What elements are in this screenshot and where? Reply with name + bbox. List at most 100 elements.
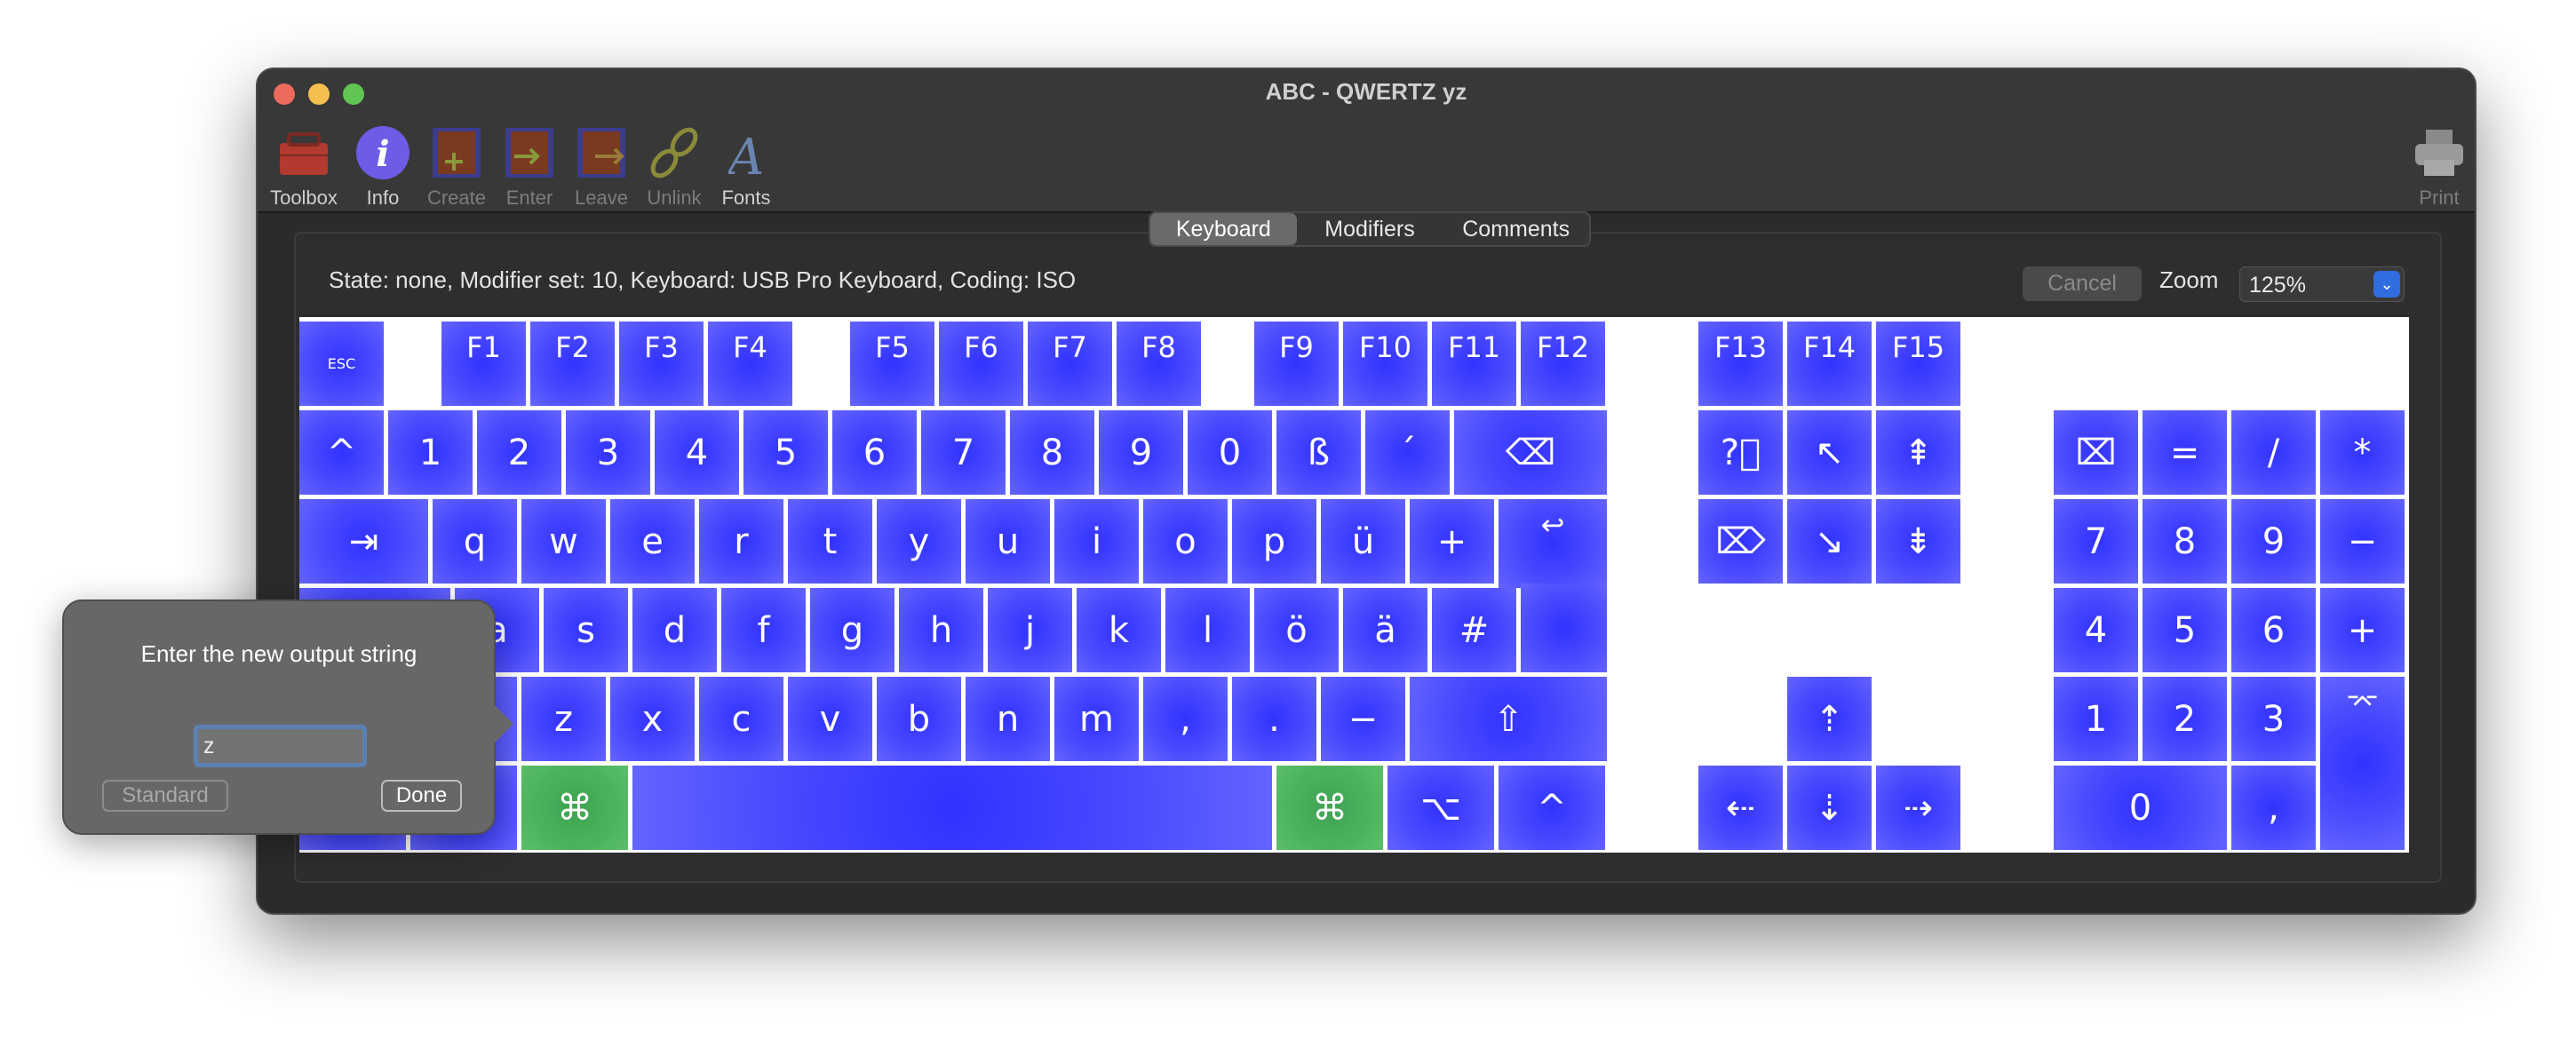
key[interactable]: m [1054, 677, 1139, 761]
key[interactable]: g [810, 588, 894, 672]
key[interactable]: F11 [1432, 322, 1516, 406]
key[interactable]: 3 [2231, 677, 2316, 761]
key[interactable]: F12 [1521, 322, 1605, 406]
key[interactable]: ⌥ [1387, 766, 1494, 850]
tab-keyboard[interactable]: Keyboard [1150, 213, 1297, 245]
key[interactable]: 7 [2054, 499, 2138, 584]
standard-button[interactable]: Standard [102, 780, 228, 812]
key[interactable]: 0 [1188, 410, 1272, 495]
key[interactable]: F3 [619, 322, 704, 406]
key[interactable]: = [2143, 410, 2227, 495]
key[interactable]: h [899, 588, 983, 672]
key[interactable]: 5 [743, 410, 828, 495]
key[interactable]: ↘ [1787, 499, 1872, 584]
cancel-button[interactable]: Cancel [2023, 266, 2142, 301]
print-button[interactable]: Print [2399, 124, 2475, 210]
key[interactable]: j [988, 588, 1072, 672]
key[interactable]: s [544, 588, 628, 672]
output-string-input[interactable] [194, 725, 367, 767]
key[interactable]: ⌘ [1276, 766, 1383, 850]
key[interactable]: F9 [1254, 322, 1339, 406]
key[interactable]: k [1077, 588, 1161, 672]
key[interactable]: p [1232, 499, 1316, 584]
key[interactable]: ä [1343, 588, 1427, 672]
key[interactable]: x [610, 677, 695, 761]
key[interactable]: 9 [2231, 499, 2316, 584]
key[interactable]: F5 [850, 322, 934, 406]
key[interactable]: F10 [1343, 322, 1427, 406]
key[interactable]: F15 [1876, 322, 1960, 406]
key[interactable]: 0 [2054, 766, 2227, 850]
key[interactable]: # [1432, 588, 1516, 672]
key[interactable]: ⌘ [521, 766, 628, 850]
tab-comments[interactable]: Comments [1443, 213, 1589, 245]
key[interactable]: / [2231, 410, 2316, 495]
key[interactable]: ⌦ [1698, 499, 1783, 584]
key[interactable]: F6 [939, 322, 1023, 406]
key[interactable]: 3 [566, 410, 650, 495]
key[interactable]: b [877, 677, 961, 761]
key[interactable]: ´ [1365, 410, 1450, 495]
key[interactable]: d [632, 588, 717, 672]
key[interactable]: 7 [921, 410, 1006, 495]
key[interactable]: , [1143, 677, 1228, 761]
key[interactable]: z [521, 677, 606, 761]
done-button[interactable]: Done [381, 780, 462, 812]
key[interactable]: 8 [1010, 410, 1094, 495]
key[interactable]: l [1165, 588, 1250, 672]
key[interactable] [1521, 584, 1607, 672]
zoom-select[interactable]: 125% ⌄ [2239, 266, 2405, 302]
info-button[interactable]: i Info [343, 124, 423, 210]
key[interactable]: ö [1254, 588, 1339, 672]
key[interactable]: ß [1276, 410, 1361, 495]
key[interactable]: c [699, 677, 783, 761]
toolbox-button[interactable]: Toolbox [264, 124, 344, 210]
unlink-button[interactable]: Unlink [634, 124, 714, 210]
key[interactable]: ESC [299, 322, 384, 406]
key[interactable]: v [788, 677, 872, 761]
enter-button[interactable]: Enter [489, 124, 569, 210]
key[interactable]: 5 [2143, 588, 2227, 672]
key[interactable]: ↖ [1787, 410, 1872, 495]
key[interactable]: 9 [1099, 410, 1183, 495]
key[interactable]: F14 [1787, 322, 1872, 406]
key[interactable]: − [2320, 499, 2405, 584]
key[interactable]: ⇧ [1410, 677, 1607, 761]
key[interactable]: ⇠ [1698, 766, 1783, 850]
key[interactable]: ⌧ [2054, 410, 2138, 495]
key[interactable]: 1 [2054, 677, 2138, 761]
key[interactable]: ↩ [1499, 499, 1607, 588]
key[interactable]: 8 [2143, 499, 2227, 584]
key[interactable]: + [1410, 499, 1494, 584]
leave-button[interactable]: Leave [561, 124, 641, 210]
key[interactable]: 2 [477, 410, 561, 495]
key[interactable]: i [1054, 499, 1139, 584]
key[interactable]: o [1143, 499, 1228, 584]
key[interactable]: ^ [1499, 766, 1605, 850]
key[interactable]: F13 [1698, 322, 1783, 406]
key[interactable]: n [966, 677, 1050, 761]
key[interactable]: + [2320, 588, 2405, 672]
key[interactable]: ü [1321, 499, 1405, 584]
key[interactable]: . [1232, 677, 1316, 761]
key[interactable]: F8 [1117, 322, 1201, 406]
create-button[interactable]: Create [417, 124, 497, 210]
key[interactable]: ⇢ [1876, 766, 1960, 850]
key[interactable]: ⇞ [1876, 410, 1960, 495]
key[interactable]: f [721, 588, 806, 672]
key[interactable]: r [699, 499, 783, 584]
key[interactable]: y [877, 499, 961, 584]
key[interactable]: 4 [655, 410, 739, 495]
key[interactable]: ⌫ [1454, 410, 1607, 495]
fonts-button[interactable]: A Fonts [706, 124, 786, 210]
key[interactable]: 1 [388, 410, 473, 495]
key[interactable] [632, 766, 1272, 850]
key[interactable]: 4 [2054, 588, 2138, 672]
key[interactable]: 6 [832, 410, 917, 495]
key[interactable]: ?⃝ [1698, 410, 1783, 495]
key[interactable]: F1 [441, 322, 526, 406]
key[interactable]: − [1321, 677, 1405, 761]
key[interactable]: ⌤ [2320, 677, 2405, 850]
key[interactable]: ⇡ [1787, 677, 1872, 761]
key[interactable]: , [2231, 766, 2316, 850]
